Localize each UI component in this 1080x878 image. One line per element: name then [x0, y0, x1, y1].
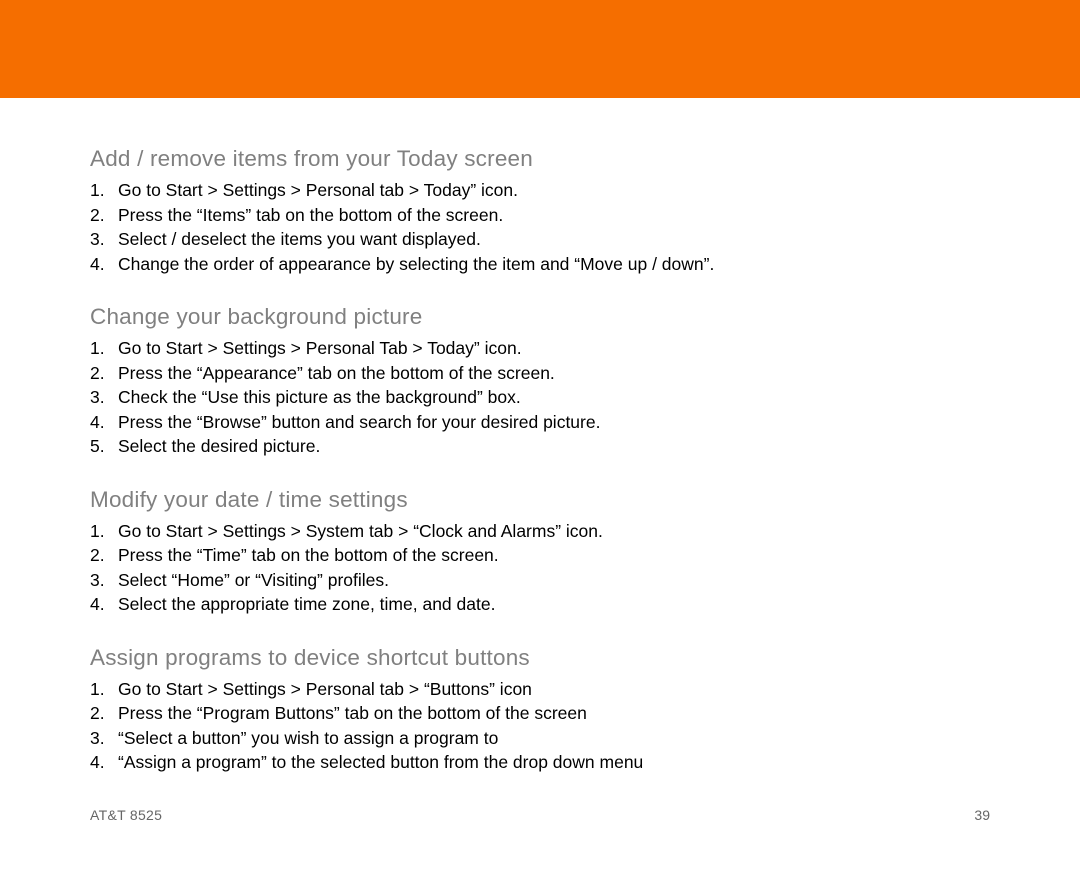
step-item: Go to Start > Settings > Personal tab > …: [90, 178, 990, 203]
step-item: “Select a button” you wish to assign a p…: [90, 726, 990, 751]
step-item: Go to Start > Settings > Personal tab > …: [90, 677, 990, 702]
section-date-time: Modify your date / time settings Go to S…: [90, 487, 990, 617]
step-item: Select the appropriate time zone, time, …: [90, 592, 990, 617]
section-today-items: Add / remove items from your Today scree…: [90, 146, 990, 276]
section-title: Add / remove items from your Today scree…: [90, 146, 990, 172]
step-item: “Assign a program” to the selected butto…: [90, 750, 990, 775]
section-title: Assign programs to device shortcut butto…: [90, 645, 990, 671]
device-model-label: AT&T 8525: [90, 807, 162, 823]
step-item: Check the “Use this picture as the backg…: [90, 385, 990, 410]
steps-list: Go to Start > Settings > Personal Tab > …: [90, 336, 990, 459]
step-item: Go to Start > Settings > System tab > “C…: [90, 519, 990, 544]
page-number: 39: [974, 807, 990, 823]
section-background-picture: Change your background picture Go to Sta…: [90, 304, 990, 459]
step-item: Press the “Items” tab on the bottom of t…: [90, 203, 990, 228]
page-content: Add / remove items from your Today scree…: [0, 98, 1080, 775]
section-title: Modify your date / time settings: [90, 487, 990, 513]
section-title: Change your background picture: [90, 304, 990, 330]
step-item: Press the “Browse” button and search for…: [90, 410, 990, 435]
step-item: Press the “Time” tab on the bottom of th…: [90, 543, 990, 568]
step-item: Select / deselect the items you want dis…: [90, 227, 990, 252]
step-item: Press the “Appearance” tab on the bottom…: [90, 361, 990, 386]
page-footer: AT&T 8525 39: [90, 807, 990, 823]
steps-list: Go to Start > Settings > Personal tab > …: [90, 178, 990, 276]
step-item: Go to Start > Settings > Personal Tab > …: [90, 336, 990, 361]
step-item: Press the “Program Buttons” tab on the b…: [90, 701, 990, 726]
section-shortcut-buttons: Assign programs to device shortcut butto…: [90, 645, 990, 775]
document-page: Add / remove items from your Today scree…: [0, 0, 1080, 878]
step-item: Select the desired picture.: [90, 434, 990, 459]
steps-list: Go to Start > Settings > Personal tab > …: [90, 677, 990, 775]
step-item: Change the order of appearance by select…: [90, 252, 990, 277]
step-item: Select “Home” or “Visiting” profiles.: [90, 568, 990, 593]
steps-list: Go to Start > Settings > System tab > “C…: [90, 519, 990, 617]
header-bar: [0, 0, 1080, 98]
